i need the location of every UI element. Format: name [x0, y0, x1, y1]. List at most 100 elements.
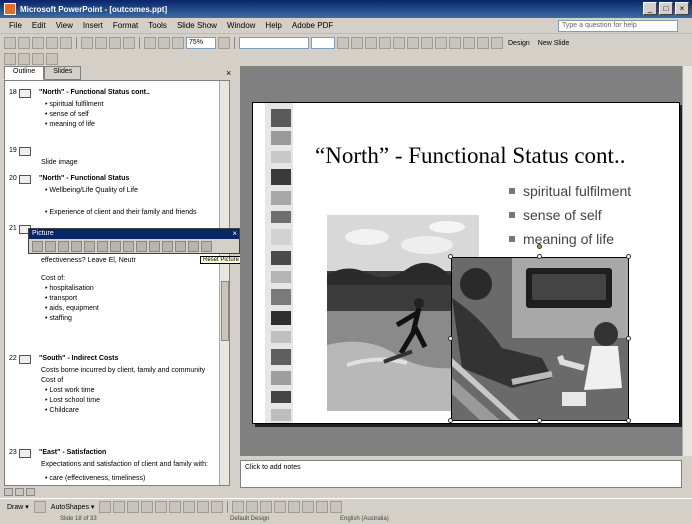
slide-title[interactable]: “North” - Functional Status cont..	[315, 143, 625, 169]
oval-icon[interactable]	[141, 500, 154, 513]
dash-style-icon[interactable]	[288, 500, 301, 513]
numbering-icon[interactable]	[435, 37, 447, 49]
slide-scrollbar[interactable]	[682, 66, 692, 456]
font-select[interactable]	[239, 37, 309, 49]
undo-icon[interactable]	[123, 37, 135, 49]
line-style-icon[interactable]	[274, 500, 287, 513]
normal-view-icon[interactable]	[4, 488, 13, 496]
summary-icon[interactable]	[32, 53, 44, 65]
insert-picture-icon[interactable]	[211, 500, 224, 513]
clipart-icon[interactable]	[197, 500, 210, 513]
menu-insert[interactable]: Insert	[78, 21, 108, 30]
menu-format[interactable]: Format	[108, 21, 143, 30]
shadow-icon[interactable]	[379, 37, 391, 49]
increase-font-icon[interactable]	[463, 37, 475, 49]
pane-close-icon[interactable]: ×	[226, 68, 231, 78]
less-brightness-icon[interactable]	[97, 241, 108, 252]
collapse-icon[interactable]	[18, 53, 30, 65]
compress-pictures-icon[interactable]	[149, 241, 160, 252]
menu-adobe-pdf[interactable]: Adobe PDF	[287, 21, 338, 30]
formatting-icon[interactable]	[46, 53, 58, 65]
font-color-icon[interactable]	[260, 500, 273, 513]
rotate-handle[interactable]	[537, 244, 542, 249]
menu-tools[interactable]: Tools	[143, 21, 172, 30]
menu-slide-show[interactable]: Slide Show	[172, 21, 222, 30]
menu-edit[interactable]: Edit	[27, 21, 51, 30]
menu-window[interactable]: Window	[222, 21, 260, 30]
resize-handle[interactable]	[626, 336, 631, 341]
resize-handle[interactable]	[448, 254, 453, 259]
show-grid-icon[interactable]	[172, 37, 184, 49]
select-objects-icon[interactable]	[33, 500, 46, 513]
bold-icon[interactable]	[337, 37, 349, 49]
help-icon[interactable]	[218, 37, 230, 49]
paste-icon[interactable]	[109, 37, 121, 49]
align-center-icon[interactable]	[407, 37, 419, 49]
insert-chart-icon[interactable]	[144, 37, 156, 49]
line-style-icon[interactable]	[136, 241, 147, 252]
color-icon[interactable]	[45, 241, 56, 252]
format-picture-icon[interactable]	[175, 241, 186, 252]
bullets-icon[interactable]	[449, 37, 461, 49]
underline-icon[interactable]	[365, 37, 377, 49]
shadow-style-icon[interactable]	[316, 500, 329, 513]
decrease-font-icon[interactable]	[477, 37, 489, 49]
design-button[interactable]: Design	[505, 40, 533, 47]
menu-help[interactable]: Help	[260, 21, 286, 30]
cut-icon[interactable]	[81, 37, 93, 49]
fill-color-icon[interactable]	[232, 500, 245, 513]
arrow-icon[interactable]	[113, 500, 126, 513]
resize-handle[interactable]	[448, 336, 453, 341]
rectangle-icon[interactable]	[127, 500, 140, 513]
slide-canvas[interactable]: “North” - Functional Status cont.. spiri…	[252, 102, 680, 424]
wordart-icon[interactable]	[169, 500, 182, 513]
help-search-input[interactable]: Type a question for help	[558, 20, 678, 32]
outline-pane[interactable]: 18 "North" - Functional Status cont.. • …	[4, 80, 230, 486]
picture-toolbar-close[interactable]: ×	[232, 229, 237, 239]
line-color-icon[interactable]	[246, 500, 259, 513]
save-icon[interactable]	[32, 37, 44, 49]
autoshapes-menu[interactable]: AutoShapes ▾	[48, 503, 98, 511]
rotate-left-icon[interactable]	[123, 241, 134, 252]
resize-handle[interactable]	[626, 418, 631, 423]
italic-icon[interactable]	[351, 37, 363, 49]
tab-outline[interactable]: Outline	[4, 66, 45, 80]
recolor-picture-icon[interactable]	[162, 241, 173, 252]
copy-icon[interactable]	[95, 37, 107, 49]
maximize-button[interactable]: □	[659, 2, 673, 15]
diagram-icon[interactable]	[183, 500, 196, 513]
draw-menu[interactable]: Draw ▾	[4, 503, 32, 511]
reset-picture-icon[interactable]	[201, 241, 212, 252]
print-icon[interactable]	[60, 37, 72, 49]
less-contrast-icon[interactable]	[71, 241, 82, 252]
expand-icon[interactable]	[4, 53, 16, 65]
align-left-icon[interactable]	[393, 37, 405, 49]
resize-handle[interactable]	[626, 254, 631, 259]
textbox-icon[interactable]	[155, 500, 168, 513]
arrow-style-icon[interactable]	[302, 500, 315, 513]
zoom-select[interactable]: 75%	[186, 37, 216, 49]
picture-toolbar-title[interactable]: Picture	[29, 229, 239, 239]
minimize-button[interactable]: _	[643, 2, 657, 15]
insert-table-icon[interactable]	[158, 37, 170, 49]
menu-file[interactable]: File	[4, 21, 27, 30]
resize-handle[interactable]	[537, 418, 542, 423]
resize-handle[interactable]	[537, 254, 542, 259]
notes-pane[interactable]: Click to add notes	[240, 460, 682, 488]
align-right-icon[interactable]	[421, 37, 433, 49]
font-color-icon[interactable]	[491, 37, 503, 49]
crop-icon[interactable]	[110, 241, 121, 252]
new-slide-button[interactable]: New Slide	[535, 40, 573, 47]
close-button[interactable]: ×	[675, 2, 689, 15]
therapy-photo[interactable]	[451, 257, 629, 421]
menu-view[interactable]: View	[51, 21, 78, 30]
more-brightness-icon[interactable]	[84, 241, 95, 252]
slide-sorter-view-icon[interactable]	[15, 488, 24, 496]
tab-slides[interactable]: Slides	[44, 66, 82, 80]
slide-bullets[interactable]: spiritual fulfilment sense of self meani…	[509, 179, 631, 251]
scrollbar-thumb[interactable]	[221, 281, 229, 341]
more-contrast-icon[interactable]	[58, 241, 69, 252]
3d-style-icon[interactable]	[330, 500, 343, 513]
open-icon[interactable]	[18, 37, 30, 49]
line-icon[interactable]	[99, 500, 112, 513]
